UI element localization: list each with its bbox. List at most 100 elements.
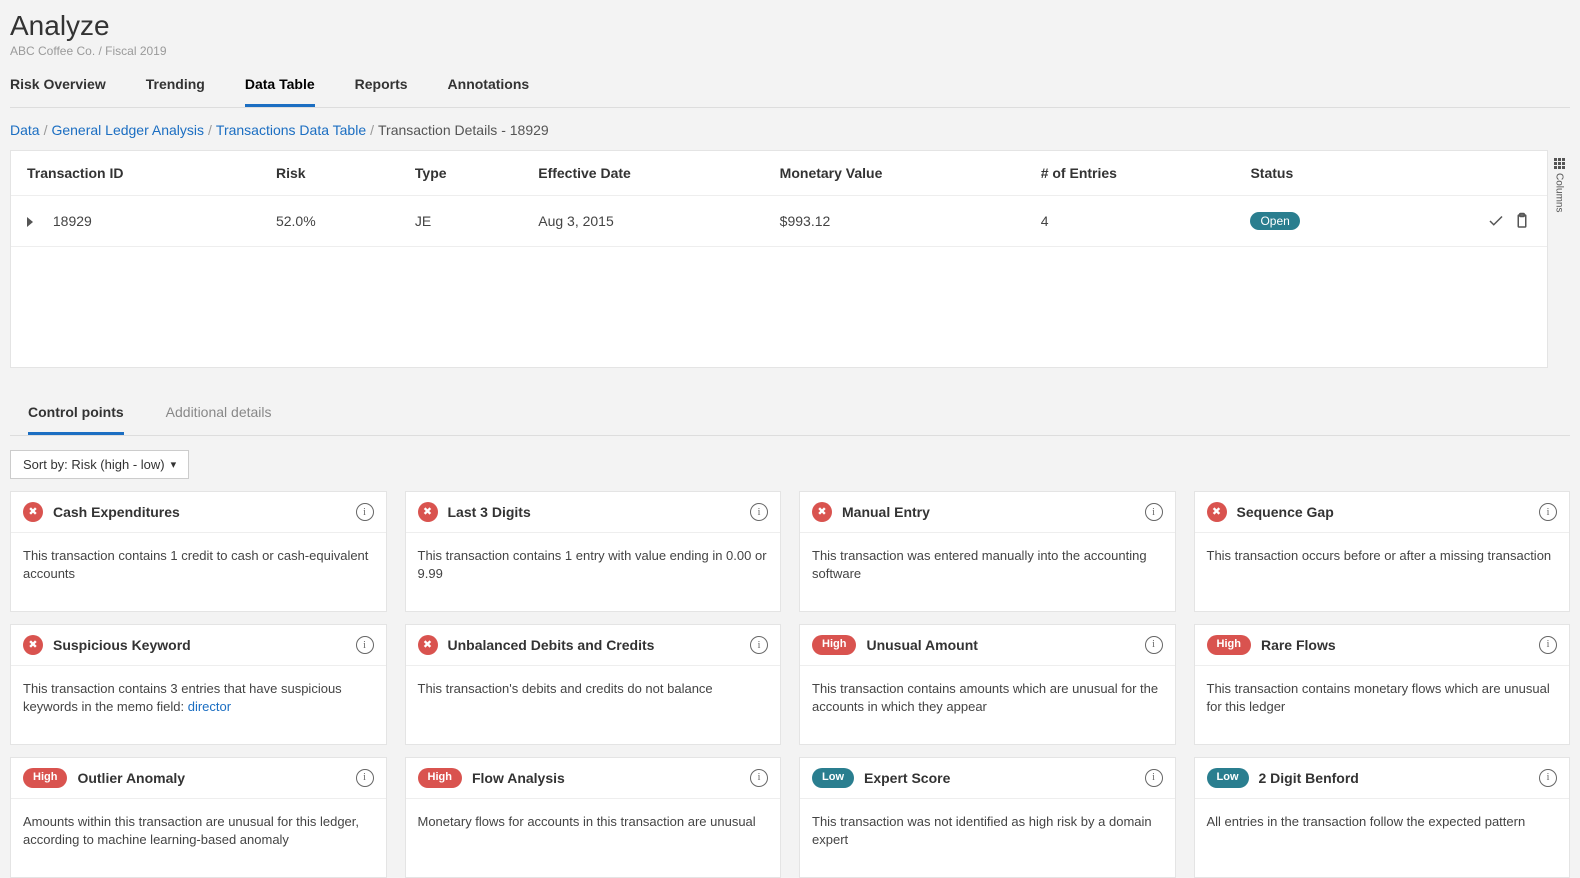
control-card[interactable]: Unbalanced Debits and Credits This transa… [405,624,782,745]
column-header[interactable]: Type [399,151,522,196]
column-header[interactable]: Transaction ID [11,151,260,196]
column-header[interactable]: Risk [260,151,399,196]
control-card[interactable]: HighFlow AnalysisMonetary flows for acco… [405,757,782,877]
tab-reports[interactable]: Reports [355,76,408,104]
grip-icon [1554,158,1565,169]
table-row[interactable]: 18929 52.0% JE Aug 3, 2015 $993.12 4 Ope… [11,196,1547,247]
info-icon[interactable] [1539,636,1557,654]
card-title: Sequence Gap [1237,504,1540,520]
breadcrumb-current: Transaction Details - 18929 [378,122,549,138]
tab-risk-overview[interactable]: Risk Overview [10,76,106,104]
card-body: This transaction's debits and credits do… [406,666,781,744]
control-card[interactable]: High Outlier Anomaly Amounts within this t… [10,757,387,877]
info-icon[interactable] [750,636,768,654]
risk-badge: Low [812,768,854,787]
card-title: 2 Digit Benford [1259,770,1540,786]
page-subtitle: ABC Coffee Co. / Fiscal 2019 [10,44,1570,58]
fail-icon [23,502,43,522]
breadcrumb-separator: / [370,122,374,138]
card-body: This transaction contains 1 credit to ca… [11,533,386,611]
column-header[interactable]: Monetary Value [764,151,1025,196]
card-body: This transaction contains 1 entry with v… [406,533,781,611]
tab-data-table[interactable]: Data Table [245,76,315,107]
columns-label: Columns [1554,173,1565,212]
card-title: Suspicious Keyword [53,637,356,653]
chevron-down-icon: ▾ [171,458,177,471]
status-badge: Open [1250,212,1299,230]
card-body: This transaction was not identified as h… [800,799,1175,877]
risk-badge: High [812,635,856,654]
info-icon[interactable] [356,636,374,654]
section-tabs: Control points Additional details [10,392,1570,436]
keyword-link[interactable]: director [188,699,231,714]
tab-annotations[interactable]: Annotations [448,76,530,104]
column-header[interactable]: Effective Date [522,151,763,196]
risk-badge: High [23,768,67,787]
risk-badge: High [418,768,462,787]
control-card[interactable]: Cash Expenditures This transaction contai… [10,491,387,612]
fail-icon [418,502,438,522]
card-title: Manual Entry [842,504,1145,520]
control-card[interactable]: Low Expert Score This transaction was not … [799,757,1176,877]
cell-entries: 4 [1025,196,1235,247]
control-card[interactable]: HighRare FlowsThis transaction contains … [1194,624,1571,745]
breadcrumb: Data/General Ledger Analysis/Transaction… [10,122,1570,138]
cell-effective-date: Aug 3, 2015 [522,196,763,247]
info-icon[interactable] [750,503,768,521]
control-card[interactable]: High Unusual Amount This transaction conta… [799,624,1176,745]
info-icon[interactable] [750,769,768,787]
card-title: Expert Score [864,770,1145,786]
control-card[interactable]: Last 3 Digits This transaction contains 1… [405,491,782,612]
info-icon[interactable] [1145,769,1163,787]
card-title: Unusual Amount [866,637,1144,653]
card-body: This transaction contains monetary flows… [1195,666,1570,744]
card-body: This transaction contains amounts which … [800,666,1175,744]
card-body: All entries in the transaction follow th… [1195,799,1570,877]
cell-monetary-value: $993.12 [764,196,1025,247]
fail-icon [1207,502,1227,522]
page-title: Analyze [10,10,1570,42]
control-card[interactable]: Low 2 Digit Benford All entries in the tra… [1194,757,1571,877]
sort-button[interactable]: Sort by: Risk (high - low) ▾ [10,450,189,479]
column-header[interactable]: Status [1234,151,1392,196]
info-icon[interactable] [1145,503,1163,521]
control-card[interactable]: Manual EntryThis transaction was entered… [799,491,1176,612]
card-body: Amounts within this transaction are unus… [11,799,386,877]
fail-icon [812,502,832,522]
columns-toggle[interactable]: Columns [1548,150,1570,376]
sort-value: Risk (high - low) [71,457,164,472]
info-icon[interactable] [1145,636,1163,654]
sort-label: Sort by: [23,457,68,472]
expand-icon[interactable] [27,217,33,227]
info-icon[interactable] [1539,503,1557,521]
card-title: Unbalanced Debits and Credits [448,637,751,653]
main-tabs: Risk Overview Trending Data Table Reports An… [10,76,1570,108]
card-title: Last 3 Digits [448,504,751,520]
card-title: Outlier Anomaly [77,770,355,786]
breadcrumb-link[interactable]: Transactions Data Table [216,122,366,138]
risk-badge: High [1207,635,1251,654]
column-header[interactable]: # of Entries [1025,151,1235,196]
cell-type: JE [399,196,522,247]
control-card[interactable]: Sequence Gap This transaction occurs befo… [1194,491,1571,612]
breadcrumb-link[interactable]: General Ledger Analysis [51,122,204,138]
info-icon[interactable] [356,769,374,787]
section-tab-additional-details[interactable]: Additional details [166,392,272,432]
fail-icon [23,635,43,655]
card-body: Monetary flows for accounts in this tran… [406,799,781,877]
tab-trending[interactable]: Trending [146,76,205,104]
clipboard-icon[interactable] [1513,212,1531,230]
risk-badge: Low [1207,768,1249,787]
section-tab-control-points[interactable]: Control points [28,392,124,435]
breadcrumb-separator: / [44,122,48,138]
column-header-actions [1392,151,1547,196]
check-icon[interactable] [1487,212,1505,230]
card-title: Cash Expenditures [53,504,356,520]
info-icon[interactable] [356,503,374,521]
info-icon[interactable] [1539,769,1557,787]
breadcrumb-link[interactable]: Data [10,122,40,138]
transaction-panel: Transaction IDRiskTypeEffective DateMone… [10,150,1548,368]
fail-icon [418,635,438,655]
card-body: This transaction occurs before or after … [1195,533,1570,611]
control-card[interactable]: Suspicious KeywordThis transaction conta… [10,624,387,745]
